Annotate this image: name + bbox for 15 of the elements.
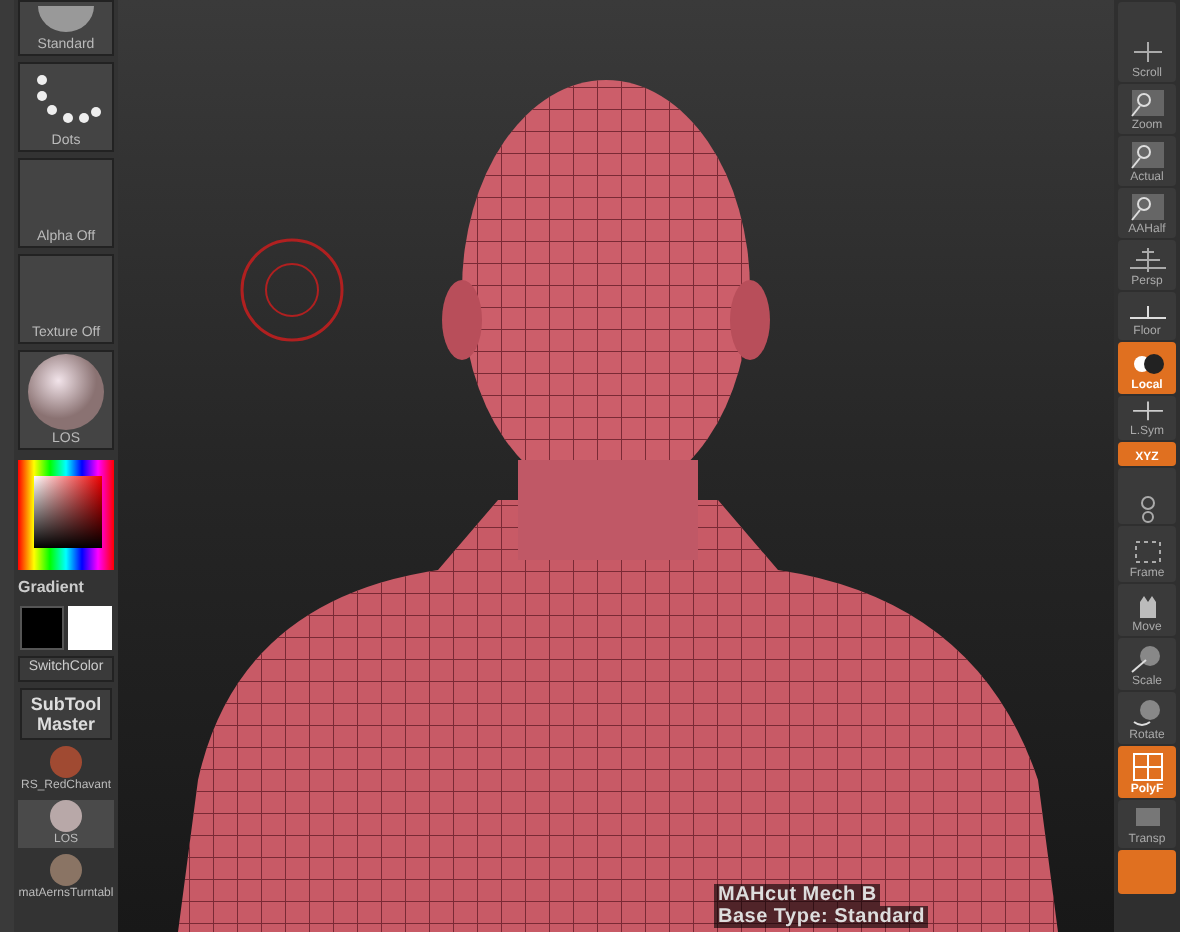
magnifier-icon [1125, 140, 1169, 170]
color-label: Gradient [18, 576, 84, 600]
magnifier-icon [1125, 88, 1169, 118]
brush-icon [36, 6, 96, 34]
secondary-color-swatch[interactable] [68, 606, 112, 650]
sphere-icon [26, 352, 106, 432]
status-text: MAHcut Mech B [714, 884, 881, 906]
toolbar-button[interactable] [1118, 468, 1176, 524]
magnifier-icon [1125, 192, 1169, 222]
status-text: Base Type: Standard [714, 906, 929, 928]
color-picker[interactable] [18, 460, 114, 570]
grid-icon [1125, 244, 1169, 274]
subtool-master-button[interactable]: SubTool Master [20, 687, 112, 739]
main-color-swatch[interactable] [20, 606, 64, 650]
circles-icon [1139, 496, 1155, 524]
